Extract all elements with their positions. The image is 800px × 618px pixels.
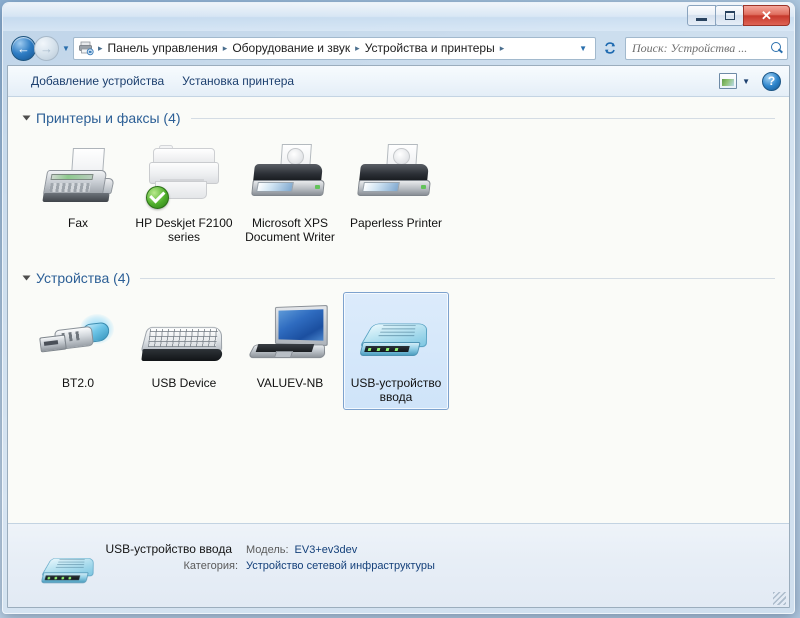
recent-pages-button[interactable]: ▼ xyxy=(59,44,73,53)
device-label: USB-устройство ввода xyxy=(350,376,442,404)
hp-deskjet-printer-icon xyxy=(144,144,224,210)
icon-container xyxy=(346,298,446,370)
network-device-icon xyxy=(357,316,435,370)
change-view-icon[interactable] xyxy=(719,73,738,89)
change-view-caret-icon[interactable]: ▼ xyxy=(740,77,758,86)
details-row-category: Категория: Устройство сетевой инфраструк… xyxy=(104,560,777,572)
forward-arrow-icon: → xyxy=(40,40,53,56)
help-icon: ? xyxy=(767,74,776,88)
icon-container xyxy=(28,298,128,370)
forward-button[interactable]: → xyxy=(34,35,59,61)
collapse-triangle-icon[interactable] xyxy=(22,275,31,281)
device-item-bt20[interactable]: BT2.0 xyxy=(25,292,131,410)
group-header-printers[interactable]: Принтеры и факсы (4) xyxy=(22,106,775,130)
refresh-icon xyxy=(605,42,615,54)
details-model-value: EV3+ev3dev xyxy=(294,544,358,556)
search-input[interactable] xyxy=(632,40,770,56)
device-label: Fax xyxy=(67,216,88,230)
help-button[interactable]: ? xyxy=(762,71,781,91)
breadcrumb-dropdown-icon[interactable]: ▼ xyxy=(575,44,593,53)
device-label: USB Device xyxy=(151,376,217,390)
icon-container xyxy=(240,298,340,370)
device-item-valuev-nb[interactable]: VALUEV-NB xyxy=(237,292,343,410)
items-view: Принтеры и факсы (4) Fax HP Deskjet F210… xyxy=(8,97,789,523)
icon-container xyxy=(28,138,128,210)
icon-container xyxy=(240,138,340,210)
back-arrow-icon: ← xyxy=(17,40,30,56)
group-title-devices: Устройства (4) xyxy=(36,270,131,286)
icon-container xyxy=(346,138,446,210)
device-item-usb-device[interactable]: USB Device xyxy=(131,292,237,410)
breadcrumb-item-control-panel[interactable]: Панель управления xyxy=(105,39,221,57)
group-title-printers: Принтеры и факсы (4) xyxy=(36,110,181,126)
resize-grip[interactable] xyxy=(773,592,786,605)
devices-and-printers-window: ✕ ← → ▼ ▸ Панель управления ▸ Оборудован… xyxy=(2,2,795,614)
add-printer-button[interactable]: Установка принтера xyxy=(173,70,303,92)
device-label: HP Deskjet F2100 series xyxy=(135,216,233,244)
details-model-label: Модель: xyxy=(246,544,289,556)
breadcrumb-separator[interactable]: ▸ xyxy=(353,43,362,54)
device-item-fax[interactable]: Fax xyxy=(25,132,131,250)
network-device-icon xyxy=(39,552,94,584)
minimize-button[interactable] xyxy=(687,5,716,26)
breadcrumb-item-devices-and-printers[interactable]: Устройства и принтеры xyxy=(362,39,498,57)
details-category-label: Категория: xyxy=(183,560,238,572)
add-device-button[interactable]: Добавление устройства xyxy=(22,70,173,92)
search-box[interactable] xyxy=(625,36,788,60)
breadcrumb[interactable]: ▸ Панель управления ▸ Оборудование и зву… xyxy=(73,36,596,60)
title-bar[interactable]: ✕ xyxy=(3,3,794,31)
device-label: BT2.0 xyxy=(61,376,94,390)
details-pane: USB-устройство ввода Модель: EV3+ev3dev … xyxy=(8,523,789,607)
details-icon-container xyxy=(30,534,104,594)
back-button[interactable]: ← xyxy=(11,35,36,61)
chevron-down-icon: ▼ xyxy=(62,43,70,53)
device-item-xps-writer[interactable]: Microsoft XPS Document Writer xyxy=(237,132,343,250)
breadcrumb-separator[interactable]: ▸ xyxy=(498,43,507,54)
printers-grid: Fax HP Deskjet F2100 series Microsoft XP… xyxy=(22,132,775,250)
breadcrumb-separator[interactable]: ▸ xyxy=(221,43,230,54)
group-divider xyxy=(140,277,775,279)
details-category-value: Устройство сетевой инфраструктуры xyxy=(246,560,435,572)
refresh-button[interactable] xyxy=(599,37,621,60)
group-header-devices[interactable]: Устройства (4) xyxy=(22,266,775,290)
device-item-usb-input-device[interactable]: USB-устройство ввода xyxy=(343,292,449,410)
breadcrumb-item-hardware-and-sound[interactable]: Оборудование и звук xyxy=(229,39,353,57)
devices-printers-icon xyxy=(78,40,94,56)
device-label: Microsoft XPS Document Writer xyxy=(245,216,335,244)
bluetooth-dongle-icon xyxy=(38,312,118,370)
device-label: Paperless Printer xyxy=(349,216,443,230)
device-item-hp-deskjet[interactable]: HP Deskjet F2100 series xyxy=(131,132,237,250)
fax-icon xyxy=(41,148,115,210)
details-device-name: USB-устройство ввода xyxy=(105,542,232,556)
details-row-name: USB-устройство ввода Модель: EV3+ev3dev xyxy=(104,542,777,556)
maximize-button[interactable] xyxy=(715,5,744,26)
address-bar-row: ← → ▼ ▸ Панель управления ▸ Оборудование… xyxy=(3,31,794,65)
keyboard-icon xyxy=(140,322,227,370)
device-label: VALUEV-NB xyxy=(256,376,324,390)
device-item-paperless-printer[interactable]: Paperless Printer xyxy=(343,132,449,250)
search-icon[interactable] xyxy=(770,41,784,55)
maximize-icon xyxy=(724,11,735,20)
close-button[interactable]: ✕ xyxy=(743,5,790,26)
printer-icon xyxy=(251,144,329,210)
minimize-icon xyxy=(696,17,707,21)
icon-container xyxy=(134,138,234,210)
command-toolbar: Добавление устройства Установка принтера… xyxy=(8,66,789,97)
icon-container xyxy=(134,298,234,370)
laptop-icon xyxy=(247,304,329,370)
devices-grid: BT2.0 USB Device VALUEV-NB USB-устройств… xyxy=(22,292,775,410)
window-controls: ✕ xyxy=(687,5,790,26)
details-info: USB-устройство ввода Модель: EV3+ev3dev … xyxy=(104,534,777,572)
close-icon: ✕ xyxy=(761,8,772,23)
collapse-triangle-icon[interactable] xyxy=(22,115,31,121)
default-printer-badge-icon xyxy=(146,186,169,209)
breadcrumb-separator: ▸ xyxy=(98,42,103,53)
group-divider xyxy=(190,117,775,119)
client-area: Добавление устройства Установка принтера… xyxy=(7,65,790,608)
printer-icon xyxy=(357,144,435,210)
